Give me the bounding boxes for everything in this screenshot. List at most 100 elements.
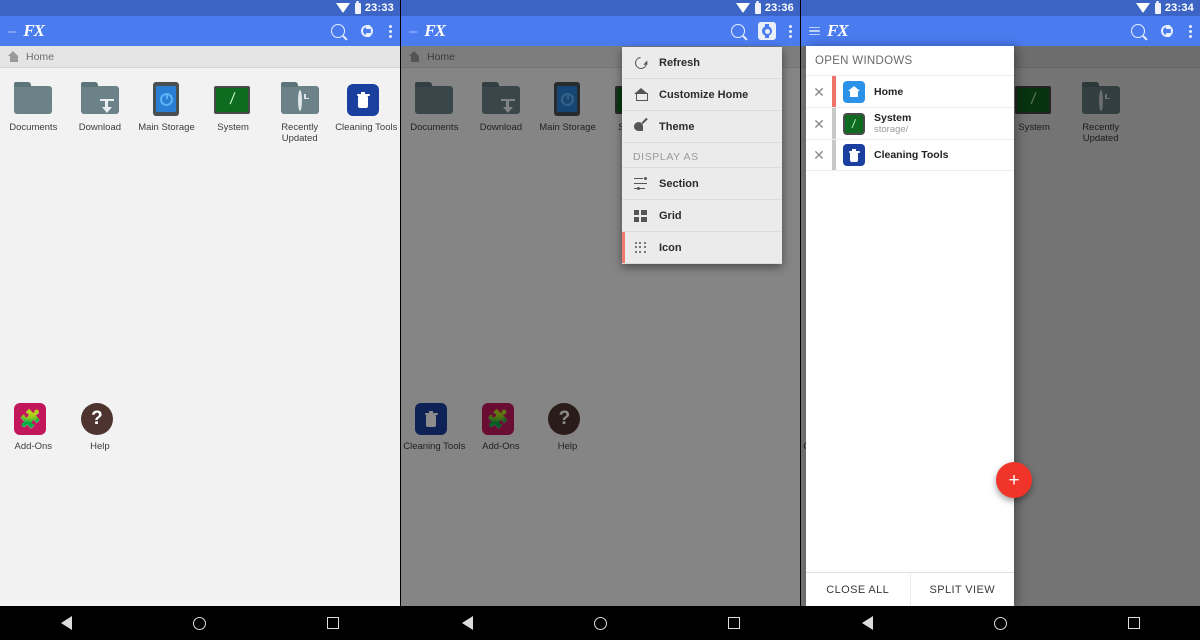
menu-item-refresh[interactable]: Refresh (622, 47, 782, 79)
folder-clock-icon (1081, 82, 1120, 116)
home-nav-icon[interactable] (593, 616, 607, 630)
overflow-popup-menu: Refresh Customize Home Theme DISPLAY AS … (622, 47, 782, 264)
android-nav-bar (801, 606, 1200, 640)
file-label: Help (557, 440, 578, 452)
file-item-help[interactable]: ? Help (534, 401, 601, 640)
file-item-add-ons[interactable]: 🧩 Add-Ons (468, 401, 535, 640)
question-help-icon: ? (548, 401, 586, 435)
file-item-main-storage[interactable]: Main Storage (534, 82, 601, 385)
menu-item-customize-home[interactable]: Customize Home (622, 79, 782, 111)
search-icon[interactable] (731, 24, 745, 38)
file-grid: Documents Download Main Storage / System (0, 68, 400, 640)
menu-item-label: Theme (659, 120, 695, 133)
breadcrumb-label: Home (427, 50, 456, 63)
app-logo: FX (827, 21, 849, 40)
back-nav-icon[interactable] (60, 616, 72, 630)
panel-windows: 23:34 FX Home Documents (800, 0, 1200, 640)
app-bar-actions (731, 22, 792, 40)
recents-nav-icon[interactable] (327, 617, 340, 629)
section-list-icon (633, 176, 648, 191)
window-row-home[interactable]: ✕ Home (806, 75, 1014, 107)
settings-gear-icon[interactable] (758, 22, 776, 40)
back-nav-icon[interactable] (461, 616, 473, 630)
overflow-menu-icon[interactable] (1189, 24, 1192, 38)
panel-home: 23:33 – FX Home Documents Download Main … (0, 0, 400, 640)
search-icon[interactable] (331, 24, 345, 38)
window-name: Cleaning Tools (874, 149, 949, 161)
screenshot-row: 23:33 – FX Home Documents Download Main … (0, 0, 1200, 640)
settings-gear-icon[interactable] (358, 22, 376, 40)
file-label: Download (479, 122, 523, 133)
file-item-documents[interactable]: Documents (0, 82, 67, 385)
add-fab-icon[interactable]: + (996, 462, 1032, 498)
terminal-system-icon: / (1015, 82, 1053, 116)
file-item-main-storage[interactable]: Main Storage (133, 82, 200, 385)
overflow-menu-icon[interactable] (789, 24, 792, 38)
window-row-cleaning-tools[interactable]: ✕ Cleaning Tools (806, 139, 1014, 171)
file-label: Recently Updated (1082, 122, 1120, 144)
close-all-button[interactable]: CLOSE ALL (806, 573, 910, 606)
window-name: Home (874, 85, 904, 98)
android-nav-bar (401, 606, 800, 640)
icon-view-icon (633, 240, 648, 255)
open-windows-drawer: OPEN WINDOWS ✕ Home ✕ / System storage/ … (806, 46, 1032, 606)
wifi-icon (1135, 3, 1150, 13)
terminal-system-icon: / (214, 82, 252, 116)
close-icon[interactable]: ✕ (806, 117, 832, 131)
menu-section-header: DISPLAY AS (622, 143, 782, 168)
menu-item-section[interactable]: Section (622, 168, 782, 200)
file-label: Add-Ons (482, 440, 520, 452)
phone-storage-icon (147, 82, 185, 116)
file-item-add-ons[interactable]: 🧩 Add-Ons (0, 401, 67, 640)
drawer-handle-icon[interactable]: – (8, 24, 16, 39)
status-bar: 23:33 (0, 0, 400, 16)
folder-documents-icon (415, 82, 454, 116)
file-label: Add-Ons (14, 440, 53, 452)
active-indicator (832, 76, 836, 107)
hamburger-menu-icon[interactable] (809, 26, 820, 36)
drawer-handle-icon[interactable]: – (409, 24, 417, 39)
recents-nav-icon[interactable] (727, 617, 740, 629)
recents-nav-icon[interactable] (1127, 617, 1140, 629)
battery-icon (354, 0, 361, 14)
app-bar: FX (801, 16, 1200, 46)
file-label: System (1018, 122, 1050, 133)
back-nav-icon[interactable] (861, 616, 873, 630)
home-nav-icon[interactable] (192, 616, 206, 630)
settings-gear-icon[interactable] (1158, 22, 1176, 40)
menu-item-grid[interactable]: Grid (622, 200, 782, 232)
file-item-recently-updated[interactable]: Recently Updated (1067, 82, 1134, 385)
home-nav-icon[interactable] (993, 616, 1007, 630)
active-indicator (832, 108, 836, 139)
puzzle-addons-icon: 🧩 (481, 401, 520, 435)
menu-item-theme[interactable]: Theme (622, 111, 782, 143)
wifi-icon (735, 3, 750, 13)
folder-documents-icon (14, 82, 53, 116)
search-icon[interactable] (1131, 24, 1145, 38)
menu-item-label: Customize Home (659, 88, 749, 101)
menu-item-icon[interactable]: Icon (622, 232, 782, 264)
app-bar: – FX (401, 16, 800, 46)
drawer-title: OPEN WINDOWS (815, 55, 913, 67)
close-icon[interactable]: ✕ (806, 148, 832, 162)
file-item-cleaning-tools[interactable]: Cleaning Tools (401, 401, 468, 640)
file-item-documents[interactable]: Documents (401, 82, 468, 385)
file-item-system[interactable]: / System (200, 82, 267, 385)
file-item-help[interactable]: ? Help (67, 401, 134, 640)
app-bar-actions (1131, 22, 1192, 40)
breadcrumb[interactable]: Home (0, 46, 400, 68)
window-row-system[interactable]: ✕ / System storage/ (806, 107, 1014, 139)
puzzle-addons-icon: 🧩 (14, 401, 52, 435)
file-item-recently-updated[interactable]: Recently Updated (266, 82, 333, 385)
home-icon (408, 50, 421, 63)
android-nav-bar (0, 606, 400, 640)
close-icon[interactable]: ✕ (806, 85, 832, 99)
app-logo: FX (23, 21, 45, 40)
folder-clock-icon (280, 82, 319, 116)
split-view-button[interactable]: SPLIT VIEW (909, 573, 1015, 606)
file-item-download[interactable]: Download (67, 82, 134, 385)
file-label: Recently Updated (281, 122, 319, 144)
file-item-cleaning-tools[interactable]: Cleaning Tools (333, 82, 400, 385)
overflow-menu-icon[interactable] (389, 24, 392, 38)
file-item-download[interactable]: Download (468, 82, 535, 385)
